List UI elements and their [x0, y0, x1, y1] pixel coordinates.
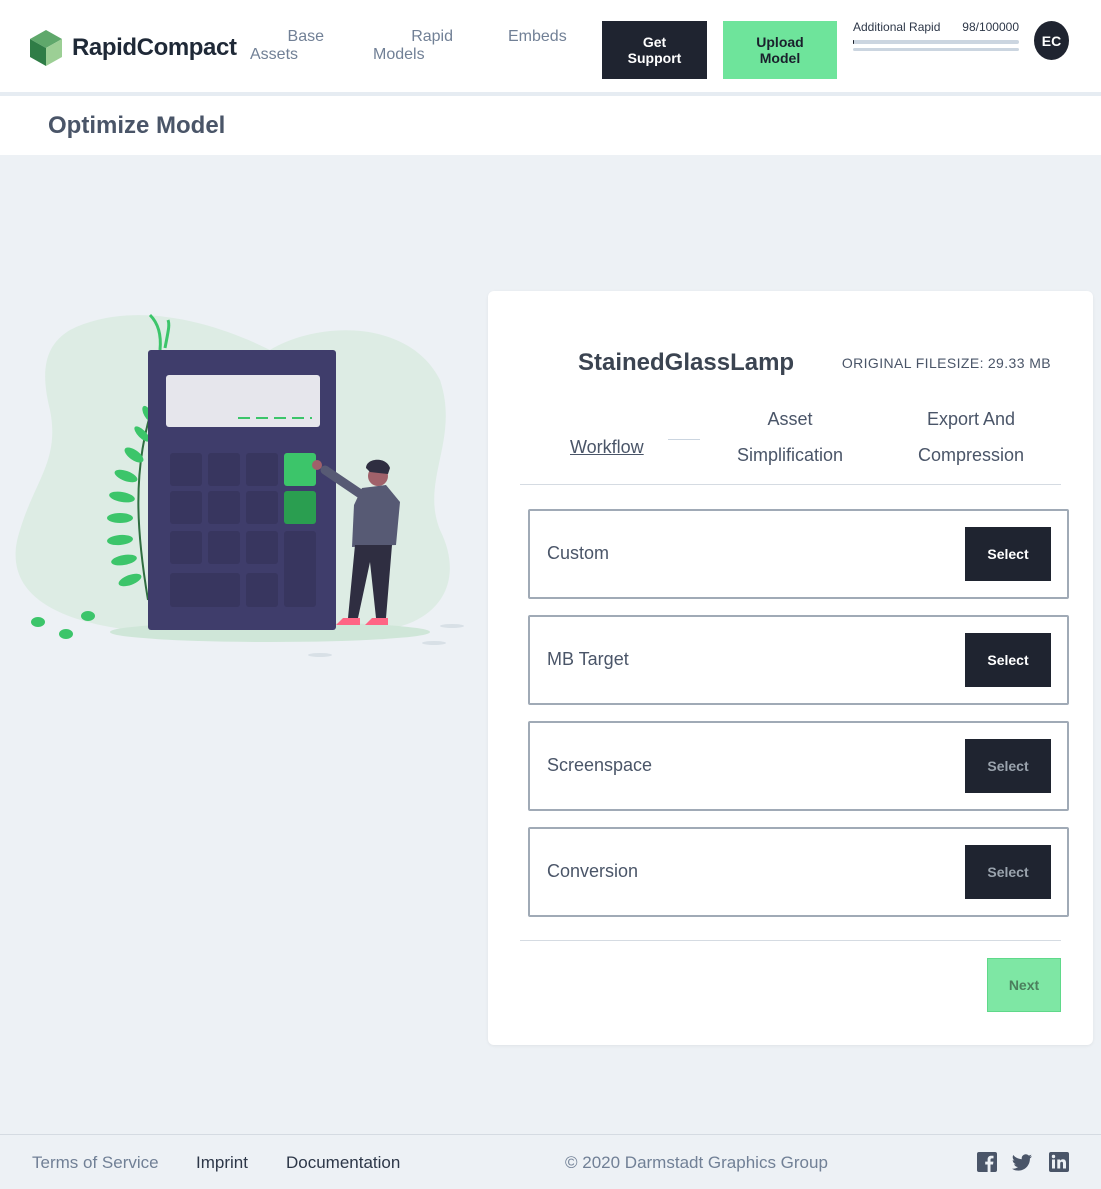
footer: Terms of Service Imprint Documentation ©… — [0, 1134, 1101, 1189]
original-filesize: ORIGINAL FILESIZE: 29.33 MB — [842, 355, 1051, 371]
calculator-illustration — [15, 313, 464, 657]
option-label: Custom — [547, 543, 610, 563]
step-asset-simplification[interactable]: Asset Simplification — [728, 401, 852, 473]
option-custom: Custom Select — [528, 509, 1069, 599]
nav-base-assets[interactable]: Base Assets — [250, 28, 324, 64]
option-screenspace: Screenspace Select — [528, 721, 1069, 811]
step-connector — [668, 439, 700, 440]
filesize-value: 29.33 MB — [987, 355, 1051, 371]
step-asset-line2: Simplification — [736, 445, 844, 465]
option-label: Screenspace — [547, 755, 653, 775]
select-mb-target-button[interactable]: Select — [965, 633, 1051, 687]
model-name: StainedGlassLamp — [578, 349, 795, 376]
logo[interactable]: RapidCompact — [30, 30, 237, 66]
step-asset-line1: Asset — [767, 409, 813, 429]
calculator-screen — [166, 375, 320, 427]
step-export-line1: Export And — [926, 409, 1016, 429]
calculator-key-green-dark — [284, 491, 316, 524]
upload-model-button[interactable]: Upload Model — [723, 21, 837, 79]
step-export-compression[interactable]: Export And Compression — [906, 401, 1036, 473]
nav-base-assets-line2: Assets — [250, 46, 299, 63]
linkedin-icon[interactable] — [1049, 1152, 1069, 1172]
step-workflow[interactable]: Workflow — [570, 429, 644, 465]
card-divider — [520, 940, 1061, 941]
option-label: Conversion — [547, 861, 639, 881]
quota-progress-track — [853, 48, 1019, 51]
nav-embeds[interactable]: Embeds — [508, 28, 567, 46]
brand-name: RapidCompact — [72, 34, 237, 61]
quota-meter: Additional Rapid 98/100000 — [853, 20, 1019, 51]
workflow-steps: Workflow Asset Simplification Export And… — [520, 401, 1061, 485]
user-avatar[interactable]: EC — [1034, 21, 1069, 60]
upload-model-line2: Model — [759, 50, 801, 66]
select-screenspace-button[interactable]: Select — [965, 739, 1051, 793]
optimize-card: StainedGlassLamp ORIGINAL FILESIZE: 29.3… — [488, 291, 1093, 1045]
filesize-label: ORIGINAL FILESIZE: — [841, 355, 984, 371]
top-navbar: RapidCompact Base Assets Rapid Models Em… — [0, 0, 1101, 92]
copyright: © 2020 Darmstadt Graphics Group — [565, 1153, 828, 1172]
get-support-line2: Support — [627, 50, 682, 66]
imprint-link[interactable]: Imprint — [196, 1153, 248, 1173]
documentation-link[interactable]: Documentation — [286, 1153, 400, 1173]
option-conversion: Conversion Select — [528, 827, 1069, 917]
quota-value: 98/100000 — [962, 20, 1019, 34]
page-title-bar: Optimize Model — [0, 96, 1101, 155]
option-mb-target: MB Target Select — [528, 615, 1069, 705]
nav-embeds-label: Embeds — [508, 28, 567, 45]
nav-rapid-models-line1: Rapid — [411, 28, 453, 45]
option-label: MB Target — [547, 649, 629, 669]
facebook-icon[interactable] — [977, 1152, 997, 1172]
get-support-line1: Get — [642, 34, 667, 50]
terms-of-service-link[interactable]: Terms of Service — [32, 1153, 159, 1173]
calculator-key-green — [284, 453, 316, 486]
quota-label: Additional Rapid — [853, 20, 941, 34]
select-custom-button[interactable]: Select — [965, 527, 1051, 581]
upload-model-line1: Upload — [756, 34, 804, 50]
nav-base-assets-line1: Base — [287, 28, 324, 45]
step-export-line2: Compression — [917, 445, 1025, 465]
nav-rapid-models-line2: Models — [373, 46, 425, 63]
page-title: Optimize Model — [48, 112, 226, 139]
select-conversion-button[interactable]: Select — [965, 845, 1051, 899]
get-support-button[interactable]: Get Support — [602, 21, 707, 79]
next-button[interactable]: Next — [987, 958, 1061, 1012]
twitter-icon[interactable] — [1012, 1152, 1032, 1172]
rapidcompact-logo-icon — [30, 30, 62, 66]
nav-rapid-models[interactable]: Rapid Models — [373, 28, 453, 64]
quota-progress-bar — [853, 40, 1019, 44]
